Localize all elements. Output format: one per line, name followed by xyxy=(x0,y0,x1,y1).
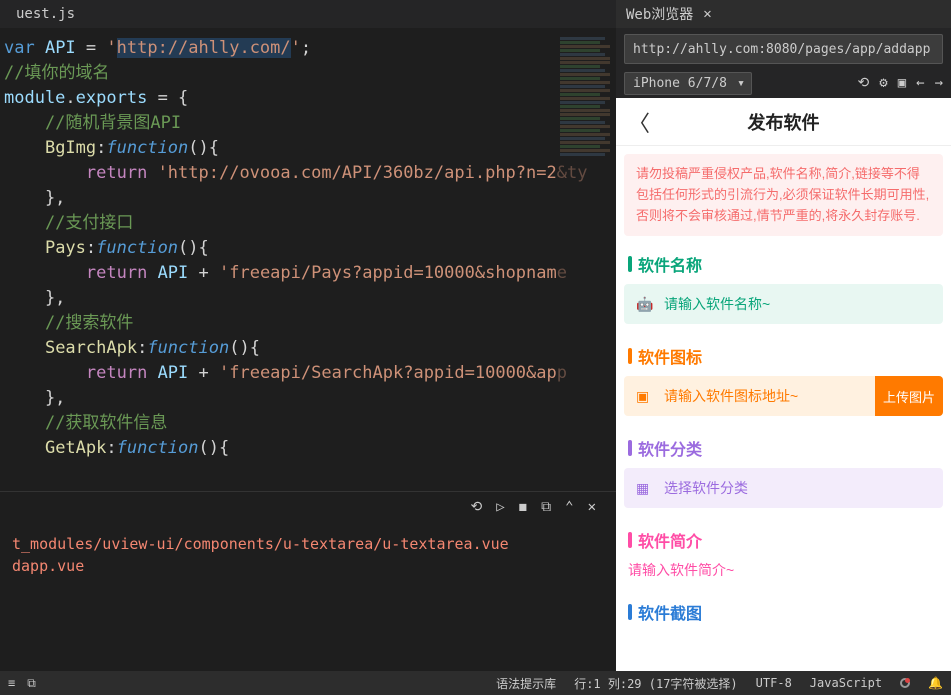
input-software-name[interactable]: 🤖 请输入软件名称~ xyxy=(624,284,943,324)
debug-toolbar: ⟲ ▷ ◼ ⧉ ⌃ ✕ xyxy=(0,491,616,521)
status-language[interactable]: JavaScript xyxy=(810,676,882,690)
code-line: //获取软件信息 xyxy=(4,411,616,436)
mobile-preview: 〈 发布软件 请勿投稿严重侵权产品,软件名称,简介,链接等不得包括任何形式的引流… xyxy=(616,98,951,671)
section-title-screenshot: 软件截图 xyxy=(616,592,951,628)
notice-banner: 请勿投稿严重侵权产品,软件名称,简介,链接等不得包括任何形式的引流行为,必须保证… xyxy=(624,154,943,236)
settings-icon[interactable]: ⚙ xyxy=(879,75,887,91)
placeholder: 请输入软件简介~ xyxy=(628,562,734,578)
browser-pane: Web浏览器 ✕ http://ahlly.com:8080/pages/app… xyxy=(616,0,951,671)
console-line: t_modules/uview-ui/components/u-textarea… xyxy=(12,533,604,555)
code-line: module.exports = { xyxy=(4,86,616,111)
code-line: return API + 'freeapi/SearchApk?appid=10… xyxy=(4,361,616,386)
code-line: }, xyxy=(4,286,616,311)
browser-tab-title[interactable]: Web浏览器 xyxy=(626,4,693,24)
grid-icon: ▦ xyxy=(636,480,656,497)
preview-header: 〈 发布软件 xyxy=(616,98,951,146)
code-line: //随机背景图API xyxy=(4,111,616,136)
code-line: }, xyxy=(4,386,616,411)
terminal-icon[interactable]: ⧉ xyxy=(27,676,36,691)
code-line: //支付接口 xyxy=(4,211,616,236)
console-panel[interactable]: t_modules/uview-ui/components/u-textarea… xyxy=(0,521,616,671)
minimap[interactable] xyxy=(556,36,616,436)
upload-button[interactable]: 上传图片 xyxy=(875,376,943,416)
placeholder: 请输入软件图标地址~ xyxy=(664,386,798,406)
status-position[interactable]: 行:1 列:29 (17字符被选择) xyxy=(574,675,737,692)
debug-play-icon[interactable]: ▷ xyxy=(496,499,504,515)
forward-icon[interactable]: → xyxy=(935,75,943,91)
select-category[interactable]: ▦ 选择软件分类 xyxy=(624,468,943,508)
code-line: var API = 'http://ahlly.com/'; xyxy=(4,36,616,61)
editor-tab-bar: uest.js xyxy=(0,0,616,28)
editor-pane: uest.js var API = 'http://ahlly.com/';//… xyxy=(0,0,616,671)
code-line: BgImg:function(){ xyxy=(4,136,616,161)
device-toolbar: iPhone 6/7/8 ⟲ ⚙ ▣ ← → xyxy=(616,68,951,98)
debug-collapse-icon[interactable]: ⌃ xyxy=(565,499,573,515)
back-icon[interactable]: ← xyxy=(916,75,924,91)
debug-close-icon[interactable]: ✕ xyxy=(588,499,596,515)
page-title: 发布软件 xyxy=(748,109,820,135)
section-title-category: 软件分类 xyxy=(616,428,951,464)
sync-icon[interactable] xyxy=(900,678,910,688)
code-line: }, xyxy=(4,186,616,211)
code-line: Pays:function(){ xyxy=(4,236,616,261)
status-bar: ≡ ⧉ 语法提示库 行:1 列:29 (17字符被选择) UTF-8 JavaS… xyxy=(0,671,951,695)
editor-tab[interactable]: uest.js xyxy=(0,2,91,26)
back-chevron-icon[interactable]: 〈 xyxy=(628,106,650,138)
bell-icon[interactable]: 🔔 xyxy=(928,676,943,690)
status-encoding[interactable]: UTF-8 xyxy=(756,676,792,690)
console-line: dapp.vue xyxy=(12,555,604,577)
screenshot-icon[interactable]: ▣ xyxy=(898,75,906,91)
android-icon: 🤖 xyxy=(636,296,656,313)
section-title-desc: 软件简介 xyxy=(616,520,951,556)
debug-stop-icon[interactable]: ◼ xyxy=(519,499,527,515)
input-software-icon[interactable]: ▣ 请输入软件图标地址~ 上传图片 xyxy=(624,376,943,416)
debug-screenshot-icon[interactable]: ⧉ xyxy=(541,499,551,515)
section-title-icon: 软件图标 xyxy=(616,336,951,372)
url-bar[interactable]: http://ahlly.com:8080/pages/app/addapp xyxy=(624,34,943,64)
placeholder: 请输入软件名称~ xyxy=(664,294,770,314)
code-line: //填你的域名 xyxy=(4,61,616,86)
close-icon[interactable]: ✕ xyxy=(703,6,711,22)
status-icon[interactable]: ≡ xyxy=(8,676,15,691)
status-syntax[interactable]: 语法提示库 xyxy=(496,675,556,692)
placeholder: 选择软件分类 xyxy=(664,478,748,498)
textarea-desc[interactable]: 请输入软件简介~ xyxy=(628,560,939,580)
code-line: return API + 'freeapi/Pays?appid=10000&s… xyxy=(4,261,616,286)
section-title-name: 软件名称 xyxy=(616,244,951,280)
code-editor[interactable]: var API = 'http://ahlly.com/';//填你的域名mod… xyxy=(0,28,616,491)
code-line: return 'http://ovooa.com/API/360bz/api.p… xyxy=(4,161,616,186)
debug-restart-icon[interactable]: ⟲ xyxy=(471,499,483,515)
image-icon: ▣ xyxy=(636,388,656,405)
browser-tab-bar: Web浏览器 ✕ xyxy=(616,0,951,28)
code-line: SearchApk:function(){ xyxy=(4,336,616,361)
device-select[interactable]: iPhone 6/7/8 xyxy=(624,72,752,95)
code-line: GetApk:function(){ xyxy=(4,436,616,461)
code-line: //搜索软件 xyxy=(4,311,616,336)
rotate-icon[interactable]: ⟲ xyxy=(858,75,870,91)
